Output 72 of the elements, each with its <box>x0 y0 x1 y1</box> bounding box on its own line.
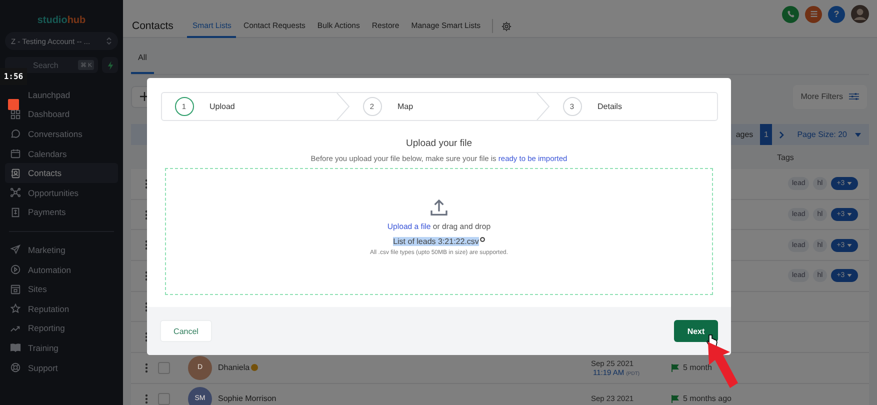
nav-item[interactable]: Calendars <box>5 144 118 164</box>
calendar-icon <box>10 148 21 160</box>
book-icon <box>10 342 21 354</box>
nav-item[interactable]: Payments <box>5 202 118 222</box>
nav-item[interactable]: Sites <box>5 279 118 299</box>
nav-item[interactable]: Contacts <box>5 163 118 183</box>
activity-text: 5 month <box>683 363 712 372</box>
step-label: Upload <box>210 102 235 111</box>
caret-icon <box>846 244 852 247</box>
help-button[interactable]: ? <box>828 6 845 22</box>
caret-icon <box>846 213 852 216</box>
activity-text: 5 months ago <box>683 394 732 404</box>
updown-icon <box>106 36 112 46</box>
chat-bubble-icon <box>10 128 21 140</box>
step-label: Details <box>598 102 622 111</box>
tab[interactable]: All <box>131 53 154 74</box>
column-header: Tags <box>777 152 794 162</box>
tasks-button[interactable] <box>805 6 822 22</box>
receipt-icon <box>10 206 21 218</box>
nav-item[interactable]: Support <box>5 358 118 378</box>
nav-item[interactable]: Conversations <box>5 124 118 144</box>
nav-item[interactable]: Reputation <box>5 298 118 319</box>
nav-item[interactable]: Training <box>5 338 118 358</box>
cancel-button[interactable]: Cancel <box>160 320 212 342</box>
page-button[interactable]: 1 <box>760 124 772 145</box>
row-checkbox[interactable] <box>158 392 170 405</box>
avatar-icon[interactable] <box>851 5 869 23</box>
flag-icon <box>671 394 679 403</box>
contact-name[interactable]: Dhaniela <box>218 363 250 372</box>
video-timestamp: 1:56 <box>0 68 27 85</box>
pagination-label: ages <box>736 130 754 139</box>
nav-item[interactable]: Automation <box>5 260 118 280</box>
nodes-icon <box>10 187 21 198</box>
paper-plane-icon <box>10 244 21 256</box>
nav-item[interactable]: Marketing <box>5 240 118 260</box>
phone-icon <box>786 10 794 18</box>
lifebuoy-icon <box>10 362 21 374</box>
emoji-icon <box>250 364 258 372</box>
more-filters-button[interactable]: More Filters <box>792 84 867 108</box>
page-title: Contacts <box>132 20 174 32</box>
play-circle-icon <box>10 264 21 276</box>
quick-action-button[interactable] <box>102 57 118 73</box>
caret-icon <box>846 274 852 278</box>
caret-icon <box>855 132 861 136</box>
flag-icon <box>671 364 679 372</box>
row-checkbox[interactable] <box>158 362 170 374</box>
chevron-right-icon[interactable] <box>779 130 784 138</box>
nav-item[interactable]: Launchpad <box>5 85 118 105</box>
remove-icon[interactable] <box>480 237 485 242</box>
star-icon <box>10 303 21 314</box>
file-name: List of leads 3:21:22.csv <box>393 237 479 246</box>
step-label: Map <box>398 102 414 111</box>
next-button[interactable]: Next <box>674 320 718 342</box>
address-book-icon <box>10 168 21 179</box>
sliders-icon <box>849 92 859 101</box>
dialog-title: Upload your file <box>406 138 472 149</box>
grid-icon <box>10 108 21 120</box>
browser-window-icon <box>10 284 21 295</box>
plus-icon <box>140 92 148 101</box>
contact-name[interactable]: Sophie Morrison <box>218 394 276 404</box>
settings-icon[interactable] <box>500 20 512 32</box>
nav-item[interactable]: Opportunities <box>5 182 118 203</box>
lightning-icon <box>106 60 114 70</box>
nav-item[interactable]: Dashboard <box>5 104 118 124</box>
nav-item[interactable]: Reporting <box>5 318 118 338</box>
page-size-dropdown[interactable]: Page Size: 20 <box>791 129 867 140</box>
phone-button[interactable] <box>782 6 799 22</box>
video-overlay-square <box>8 99 19 110</box>
upload-icon <box>429 198 449 218</box>
list-icon <box>810 10 818 18</box>
logo: studiohub <box>37 15 86 26</box>
caret-icon <box>846 182 852 186</box>
